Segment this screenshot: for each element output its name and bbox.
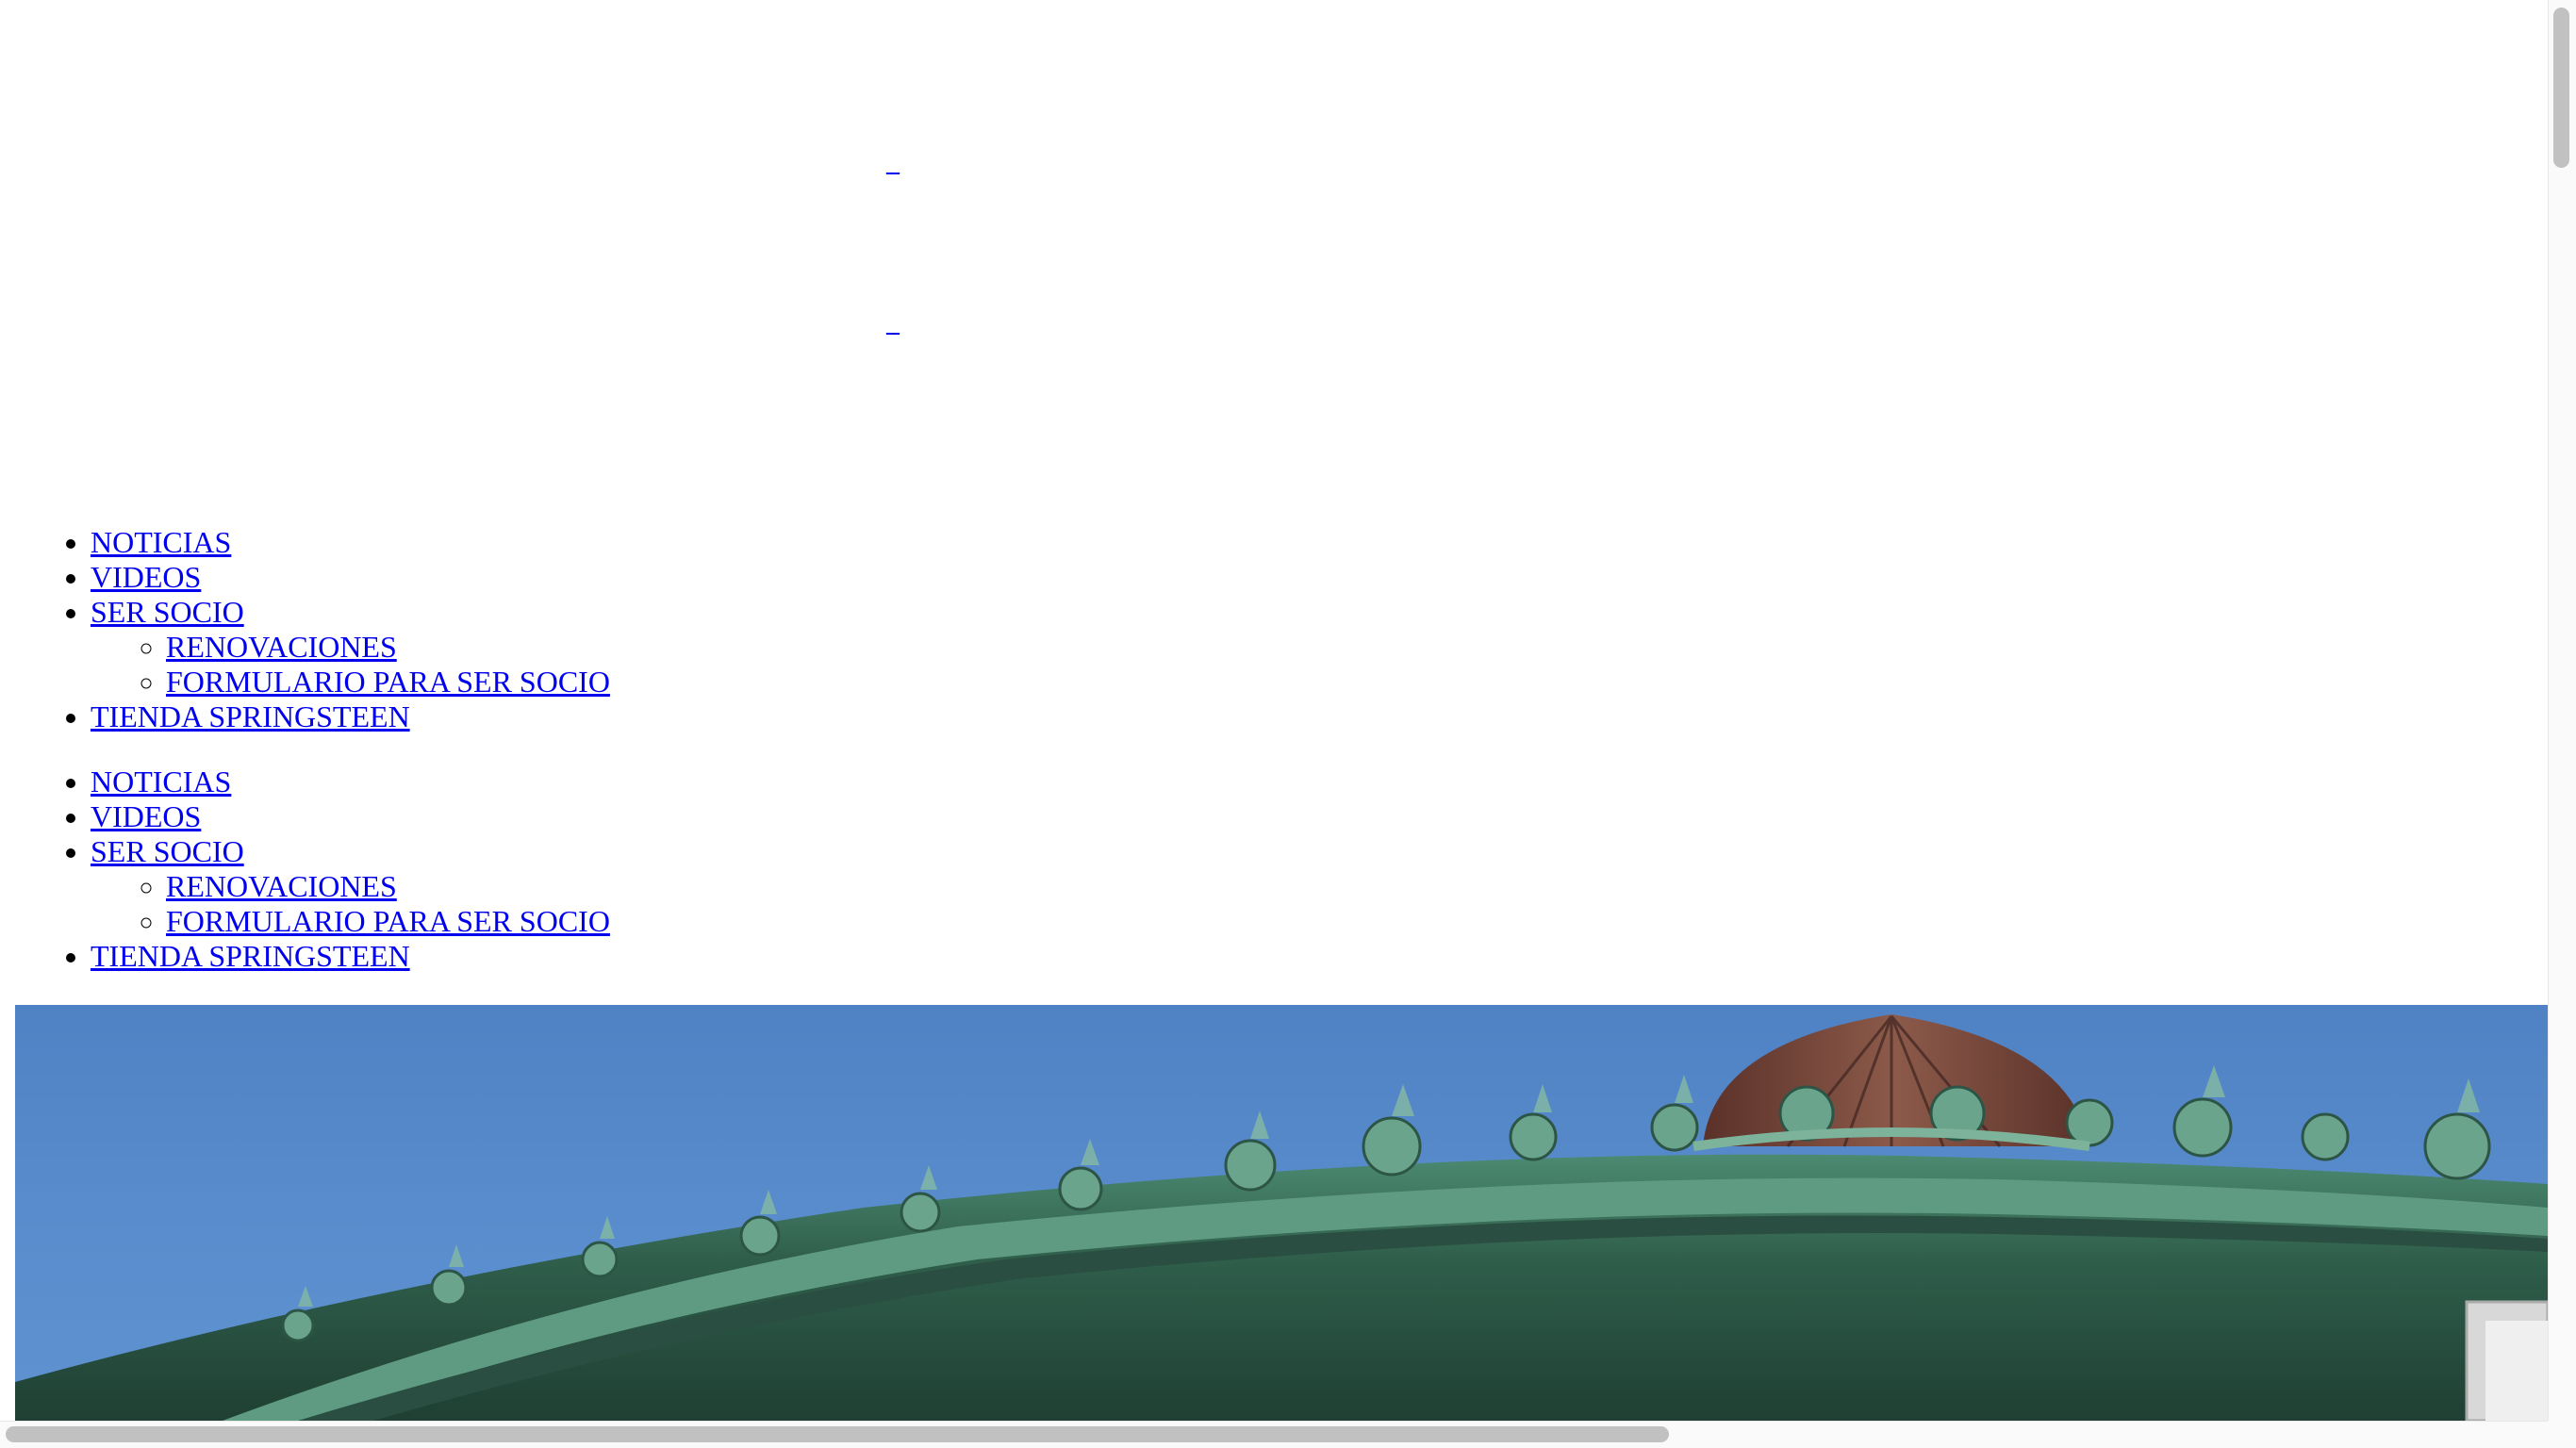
ser-socio-submenu: RENOVACIONES FORMULARIO PARA SER SOCIO <box>91 630 610 699</box>
nav-link-ser-socio[interactable]: SER SOCIO <box>91 834 244 868</box>
nav-item-videos: VIDEOS <box>91 799 610 834</box>
nav-item-videos: VIDEOS <box>91 560 610 595</box>
header-link-2[interactable]: _ <box>886 309 900 337</box>
vertical-scrollbar-thumb[interactable] <box>2553 8 2569 168</box>
nav-item-noticias: NOTICIAS <box>91 765 610 799</box>
nav-item-tienda: TIENDA SPRINGSTEEN <box>91 939 610 974</box>
subnav-item-renovaciones: RENOVACIONES <box>166 869 610 904</box>
header-link-1[interactable]: _ <box>886 149 900 177</box>
nav-item-tienda: TIENDA SPRINGSTEEN <box>91 699 610 734</box>
subnav-link-formulario[interactable]: FORMULARIO PARA SER SOCIO <box>166 665 610 699</box>
primary-nav-menu: NOTICIAS VIDEOS SER SOCIO RENOVACIONES F… <box>0 525 610 734</box>
subnav-item-formulario: FORMULARIO PARA SER SOCIO <box>166 665 610 699</box>
ser-socio-submenu: RENOVACIONES FORMULARIO PARA SER SOCIO <box>91 869 610 939</box>
nav-link-noticias[interactable]: NOTICIAS <box>91 525 231 559</box>
vertical-scrollbar[interactable] <box>2548 0 2576 1421</box>
pavilion-roof-illustration <box>15 1014 2548 1421</box>
subnav-link-renovaciones[interactable]: RENOVACIONES <box>166 869 397 903</box>
subnav-link-formulario[interactable]: FORMULARIO PARA SER SOCIO <box>166 904 610 938</box>
subnav-item-renovaciones: RENOVACIONES <box>166 630 610 665</box>
nav-link-tienda[interactable]: TIENDA SPRINGSTEEN <box>91 939 410 973</box>
nav-item-noticias: NOTICIAS <box>91 525 610 560</box>
nav-link-noticias[interactable]: NOTICIAS <box>91 765 231 798</box>
hero-image <box>15 1005 2548 1421</box>
horizontal-scrollbar-thumb[interactable] <box>6 1426 1669 1442</box>
scrollbar-corner <box>2548 1421 2576 1448</box>
nav-link-videos[interactable]: VIDEOS <box>91 799 201 833</box>
page-viewport: _ _ NOTICIAS VIDEOS SER SOCIO RENOVACION… <box>0 0 2548 1421</box>
subnav-link-renovaciones[interactable]: RENOVACIONES <box>166 630 397 664</box>
secondary-nav-menu: NOTICIAS VIDEOS SER SOCIO RENOVACIONES F… <box>0 765 610 974</box>
nav-link-tienda[interactable]: TIENDA SPRINGSTEEN <box>91 699 410 733</box>
nav-item-ser-socio: SER SOCIO RENOVACIONES FORMULARIO PARA S… <box>91 595 610 699</box>
subnav-item-formulario: FORMULARIO PARA SER SOCIO <box>166 904 610 939</box>
nav-link-ser-socio[interactable]: SER SOCIO <box>91 595 244 629</box>
nav-link-videos[interactable]: VIDEOS <box>91 560 201 594</box>
nav-item-ser-socio: SER SOCIO RENOVACIONES FORMULARIO PARA S… <box>91 834 610 939</box>
